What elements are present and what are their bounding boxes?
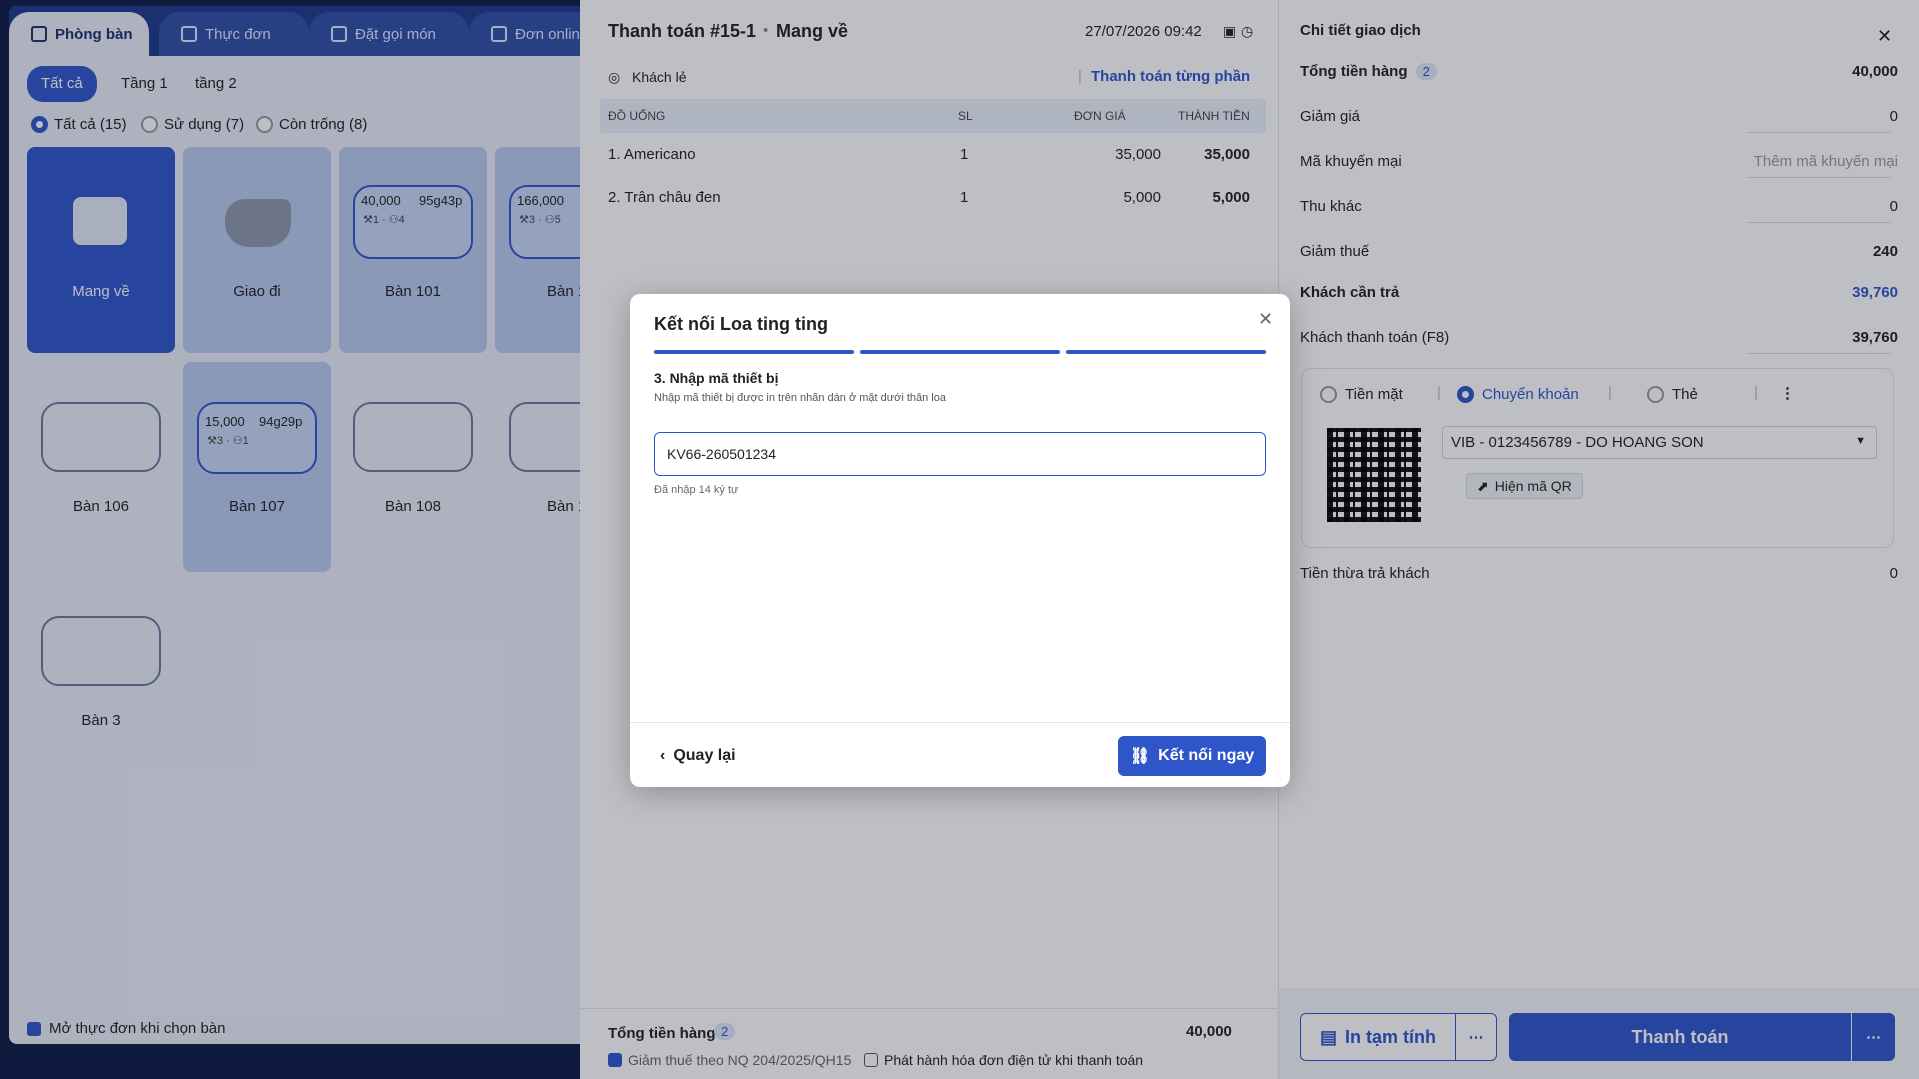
dialog-title: Kết nối Loa ting ting: [654, 314, 828, 334]
device-code-input[interactable]: [654, 432, 1266, 476]
connect-speaker-dialog: Kết nối Loa ting ting ✕ 3. Nhập mã thiết…: [630, 294, 1290, 787]
char-count-hint: Đã nhập 14 ký tự: [654, 484, 739, 496]
connect-now-button[interactable]: ⛓ Kết nối ngay: [1118, 736, 1266, 776]
step-indicator-2: [860, 350, 1060, 354]
close-icon[interactable]: ✕: [1258, 309, 1273, 330]
dialog-footer-divider: [630, 722, 1290, 723]
step-indicator-3: [1066, 350, 1266, 354]
link-icon: ⛓: [1129, 748, 1151, 765]
step-indicator-1: [654, 350, 854, 354]
chevron-left-icon: ‹: [660, 747, 666, 764]
step-title: 3. Nhập mã thiết bị: [654, 370, 779, 386]
step-description: Nhập mã thiết bị được in trên nhãn dán ở…: [654, 392, 946, 404]
back-button[interactable]: ‹ Quay lại: [654, 736, 742, 776]
